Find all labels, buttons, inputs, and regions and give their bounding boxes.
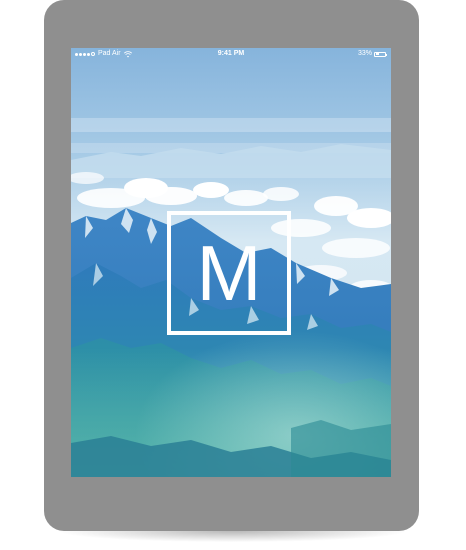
status-time: 9:41 PM [217,50,245,57]
app-logo-letter: M [196,229,262,317]
device-screen: Pad Air 9:41 PM 33% M [71,48,391,477]
status-bar: Pad Air 9:41 PM 33% [71,48,391,60]
battery-percent: 33% [357,50,372,57]
battery-fill [375,53,379,56]
battery-icon [374,51,387,57]
status-right: 33% [357,48,387,60]
app-logo-frame: M [167,211,291,335]
